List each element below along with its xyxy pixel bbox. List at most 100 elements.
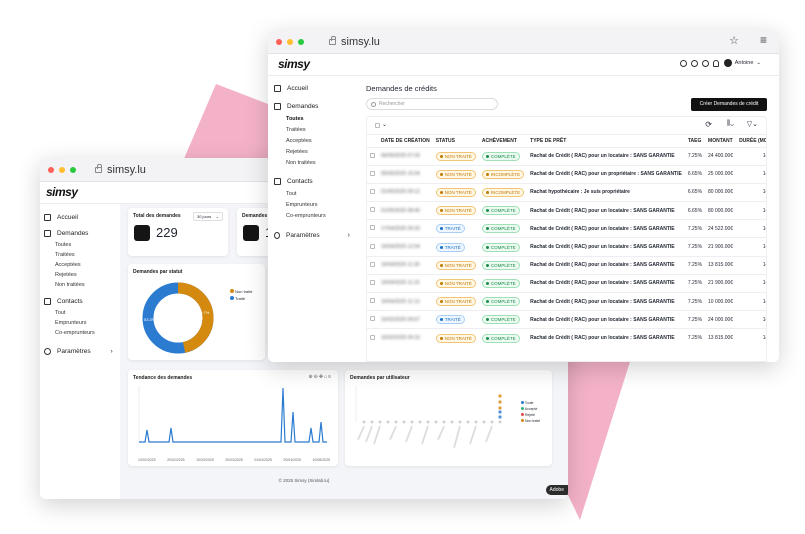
table-row[interactable]: 16/04/2025 11:30 NON TRAITÉ COMPLÈTE Rachat… <box>367 255 766 275</box>
row-taeg: 7.25% <box>684 291 706 311</box>
status-badge: NON TRAITÉ <box>435 206 476 216</box>
row-checkbox[interactable] <box>370 207 375 213</box>
front-nav-unprocessed[interactable]: Non traitées <box>286 158 350 169</box>
back-address-bar[interactable]: simsy.lu <box>95 163 146 176</box>
row-taeg: 7.25% <box>684 237 706 257</box>
row-checkbox[interactable] <box>370 243 375 249</box>
create-request-button[interactable]: Créer Demandes de crédit <box>691 98 767 111</box>
row-date: 16/04/2025 11:13 <box>378 291 433 311</box>
back-nav-accepted[interactable]: Acceptées <box>55 260 116 270</box>
filter-icon[interactable]: ▽⌄ <box>747 120 758 128</box>
row-amount: 80 000.00€ <box>705 182 737 202</box>
minimize-dot[interactable] <box>287 38 293 45</box>
search-input[interactable]: Rechercher <box>366 98 498 110</box>
row-checkbox[interactable] <box>370 334 375 340</box>
search-icon <box>371 101 376 107</box>
row-loan-type: Rachat de Crédit ( RAC) pour un locatair… <box>527 255 685 275</box>
row-checkbox[interactable] <box>370 225 375 231</box>
minimize-dot[interactable] <box>59 166 65 173</box>
col-amount[interactable]: MONTANT <box>705 135 736 147</box>
back-nav-coborrowers[interactable]: Co-emprunteurs <box>55 328 116 338</box>
refresh-icon[interactable]: ⟳ <box>705 120 712 129</box>
row-loan-type: Rachat de Crédit ( RAC) pour un propriét… <box>527 164 685 184</box>
front-url-text: simsy.lu <box>341 35 380 48</box>
settings-icon[interactable] <box>691 60 698 67</box>
home-icon <box>274 85 281 92</box>
row-amount: 24 000.00€ <box>705 310 737 329</box>
back-nav-all[interactable]: Toutes <box>55 240 116 250</box>
help-icon[interactable] <box>680 60 687 67</box>
row-duration: 144 <box>736 273 766 293</box>
front-nav-processed[interactable]: Traitées <box>286 125 350 136</box>
col-date[interactable]: DATE DE CRÉATION <box>378 135 433 147</box>
close-dot[interactable] <box>48 166 54 173</box>
row-duration: 144 <box>736 291 766 311</box>
back-nav-settings[interactable]: Paramètres › <box>44 348 116 355</box>
table-row[interactable]: 01/05/2025 09:12 NON TRAITÉ INCOMPLÈTE Rach… <box>367 182 766 202</box>
table-row[interactable]: 06/05/2025 07:33 NON TRAITÉ COMPLÈTE Rachat… <box>367 146 766 166</box>
maximize-dot[interactable] <box>298 38 304 45</box>
front-nav-contacts[interactable]: Contacts <box>274 178 350 185</box>
row-checkbox[interactable] <box>370 261 375 267</box>
row-checkbox[interactable] <box>370 279 375 285</box>
col-duration[interactable]: DURÉE (MOIS) <box>736 135 766 147</box>
row-checkbox[interactable] <box>370 298 375 304</box>
back-nav-contacts[interactable]: Contacts <box>44 298 116 305</box>
select-all-checkbox[interactable] <box>375 123 380 128</box>
bell-icon[interactable] <box>713 60 719 67</box>
back-nav-rejected[interactable]: Rejetées <box>55 270 116 280</box>
table-row[interactable]: 01/05/2025 08:40 NON TRAITÉ COMPLÈTE Rachat… <box>367 201 766 220</box>
user-menu[interactable]: Antoine ⌄ <box>723 59 761 67</box>
col-completion[interactable]: ACHÈVEMENT <box>479 135 527 147</box>
menu-icon[interactable]: ≡ <box>328 374 332 380</box>
legend-item-non-traite: Non traité <box>230 288 252 295</box>
bookmark-star-icon[interactable]: ☆ <box>729 34 739 47</box>
front-nav-borrowers[interactable]: Emprunteurs <box>286 200 350 211</box>
row-date: 01/05/2025 09:12 <box>378 182 433 202</box>
table-row[interactable]: 17/04/2025 09:20 TRAITÉ COMPLÈTE Rachat de … <box>367 219 766 238</box>
table-row[interactable]: 05/05/2025 15:04 NON TRAITÉ INCOMPLÈTE Rach… <box>367 164 766 184</box>
row-date: 06/05/2025 07:33 <box>378 146 433 166</box>
row-taeg: 7.25% <box>684 146 706 166</box>
row-checkbox[interactable] <box>370 152 375 158</box>
table-row[interactable]: 16/02/2025 09:57 TRAITÉ COMPLÈTE Rachat de … <box>367 310 766 329</box>
row-date: 16/04/2025 11:15 <box>378 273 433 293</box>
front-nav-home[interactable]: Accueil <box>274 85 350 92</box>
globe-icon[interactable] <box>702 60 709 67</box>
adobe-badge[interactable]: Adobe <box>545 485 568 495</box>
table-row[interactable]: 16/04/2025 11:15 NON TRAITÉ COMPLÈTE Rachat… <box>367 273 766 293</box>
front-nav-all[interactable]: Toutes <box>286 114 350 125</box>
back-nav-processed[interactable]: Traitées <box>55 250 116 260</box>
back-nav-borrowers[interactable]: Emprunteurs <box>55 318 116 328</box>
back-nav-home[interactable]: Accueil <box>44 214 116 221</box>
period-select[interactable]: 30 jours ⌄ <box>193 212 223 221</box>
front-nav-settings[interactable]: Paramètres › <box>274 232 350 239</box>
back-nav-requests[interactable]: Demandes <box>44 230 116 237</box>
completion-badge: COMPLÈTE <box>481 315 520 325</box>
browser-menu-icon[interactable]: ≡ <box>760 33 767 47</box>
back-nav-unprocessed[interactable]: Non traitées <box>55 280 116 290</box>
front-nav-coborrowers[interactable]: Co-emprunteurs <box>286 211 350 222</box>
table-row[interactable]: 16/02/2025 09:10 NON TRAITÉ COMPLÈTE Rachat… <box>367 328 766 348</box>
front-nav-requests[interactable]: Demandes <box>274 103 350 110</box>
front-window-titlebar: simsy.lu ☆ ≡ <box>268 30 779 54</box>
front-nav-accepted[interactable]: Acceptées <box>286 136 350 147</box>
row-checkbox[interactable] <box>370 316 375 322</box>
maximize-dot[interactable] <box>70 166 76 173</box>
back-nav-contacts-all[interactable]: Tout <box>55 308 116 318</box>
table-row[interactable]: 16/04/2025 12:04 TRAITÉ COMPLÈTE Rachat de … <box>367 237 766 257</box>
col-taeg[interactable]: TAEG <box>685 135 705 147</box>
completion-badge: COMPLÈTE <box>481 333 520 343</box>
col-loan-type[interactable]: TYPE DE PRÊT <box>527 135 685 147</box>
table-header-row: DATE DE CRÉATION STATUS ACHÈVEMENT TYPE … <box>367 135 766 147</box>
columns-icon[interactable]: ⫼⌄ <box>727 120 734 128</box>
chevron-down-icon[interactable]: ⌄ <box>382 121 387 128</box>
front-address-bar[interactable]: simsy.lu <box>329 35 380 48</box>
front-nav-contacts-all[interactable]: Tout <box>286 189 350 200</box>
col-status[interactable]: STATUS <box>433 135 479 147</box>
row-checkbox[interactable] <box>370 170 375 176</box>
row-checkbox[interactable] <box>370 188 375 194</box>
table-row[interactable]: 16/04/2025 11:13 NON TRAITÉ COMPLÈTE Rachat… <box>367 291 766 311</box>
front-nav-rejected[interactable]: Rejetées <box>286 147 350 158</box>
close-dot[interactable] <box>276 38 282 45</box>
